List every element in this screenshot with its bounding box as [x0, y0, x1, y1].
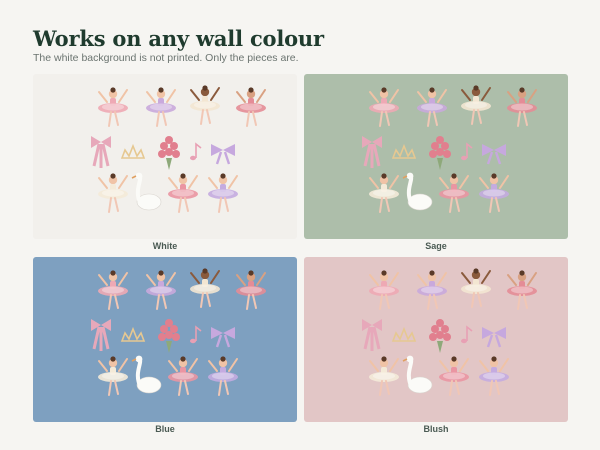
preview-panel-sage [304, 74, 568, 239]
panel-label-white: White [152, 241, 178, 251]
page-subtitle: The white background is not printed. Onl… [33, 52, 299, 64]
page-title: Works on any wall colour [33, 26, 324, 51]
panel-label-blush: Blush [423, 424, 449, 434]
panel-label-sage: Sage [425, 241, 447, 251]
preview-panel-white [33, 74, 297, 239]
panel-label-blue: Blue [155, 424, 175, 434]
preview-panel-blush [304, 257, 568, 422]
preview-panel-blue [33, 257, 297, 422]
